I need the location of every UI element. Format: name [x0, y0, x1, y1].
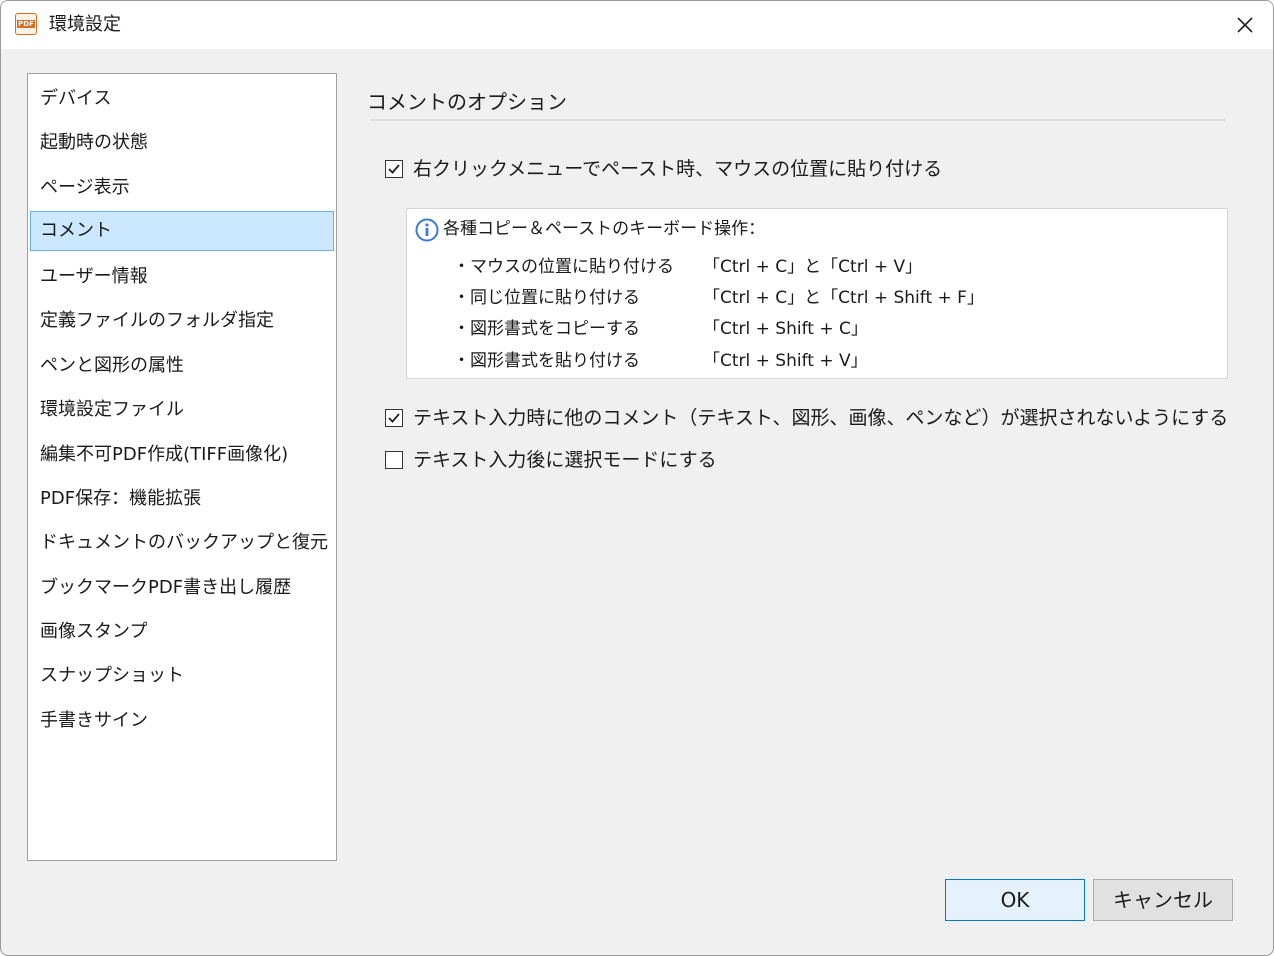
checkbox-select-mode-after-text[interactable] — [385, 451, 403, 469]
sidebar-item-snapshot[interactable]: スナップショット — [30, 656, 334, 696]
ok-button[interactable]: OK — [945, 879, 1085, 921]
section-divider — [371, 119, 1225, 121]
checkbox-paste-at-mouse[interactable] — [385, 160, 403, 178]
shortcut-keys: 「Ctrl + Shift + C」 — [703, 319, 868, 339]
sidebar-item-comment[interactable]: コメント — [30, 211, 334, 251]
shortcut-action: ・図形書式をコピーする — [453, 319, 640, 339]
app-icon-label: PDF — [17, 20, 35, 28]
option-label: テキスト入力時に他のコメント（テキスト、図形、画像、ペンなど）が選択されないよう… — [413, 407, 1229, 429]
info-title: 各種コピー＆ペーストのキーボード操作： — [443, 219, 766, 239]
info-icon — [415, 218, 439, 242]
shortcut-action: ・同じ位置に貼り付ける — [453, 288, 640, 308]
sidebar-item-image-stamp[interactable]: 画像スタンプ — [30, 612, 334, 652]
title-bar: PDF 環境設定 — [1, 1, 1273, 49]
checkmark-icon — [388, 413, 400, 423]
sidebar-item-device[interactable]: デバイス — [30, 79, 334, 119]
sidebar-item-pdf-save-extension[interactable]: PDF保存：機能拡張 — [30, 479, 334, 519]
section-title: コメントのオプション — [367, 90, 567, 114]
keyboard-shortcuts-info: 各種コピー＆ペーストのキーボード操作： ・マウスの位置に貼り付ける 「Ctrl … — [406, 208, 1228, 379]
sidebar-item-pen-shape-attributes[interactable]: ペンと図形の属性 — [30, 346, 334, 386]
option-label: テキスト入力後に選択モードにする — [413, 449, 717, 471]
shortcut-action: ・マウスの位置に貼り付ける — [453, 257, 674, 277]
sidebar-item-handwritten-signature[interactable]: 手書きサイン — [30, 701, 334, 741]
close-button[interactable] — [1229, 9, 1261, 41]
sidebar-item-startup-state[interactable]: 起動時の状態 — [30, 123, 334, 163]
close-icon — [1237, 17, 1253, 33]
shortcut-keys: 「Ctrl + C」と「Ctrl + Shift + F」 — [703, 288, 984, 308]
option-select-mode-after-text[interactable]: テキスト入力後に選択モードにする — [385, 446, 717, 474]
shortcut-keys: 「Ctrl + C」と「Ctrl + V」 — [703, 257, 923, 277]
sidebar-item-page-display[interactable]: ページ表示 — [30, 168, 334, 208]
sidebar-item-backup-restore[interactable]: ドキュメントのバックアップと復元 — [30, 523, 334, 563]
option-label: 右クリックメニューでペースト時、マウスの位置に貼り付ける — [413, 158, 943, 180]
sidebar-item-non-editable-pdf[interactable]: 編集不可PDF作成(TIFF画像化) — [30, 435, 334, 475]
cancel-button[interactable]: キャンセル — [1093, 879, 1233, 921]
category-list[interactable]: デバイス 起動時の状態 ページ表示 コメント ユーザー情報 定義ファイルのフォル… — [27, 73, 337, 861]
shortcut-keys: 「Ctrl + Shift + V」 — [703, 351, 868, 371]
sidebar-item-user-info[interactable]: ユーザー情報 — [30, 257, 334, 297]
checkmark-icon — [388, 164, 400, 174]
checkbox-prevent-other-selection[interactable] — [385, 409, 403, 427]
window-title: 環境設定 — [49, 14, 121, 35]
sidebar-item-bookmark-export-history[interactable]: ブックマークPDF書き出し履歴 — [30, 568, 334, 608]
option-prevent-other-selection[interactable]: テキスト入力時に他のコメント（テキスト、図形、画像、ペンなど）が選択されないよう… — [385, 404, 1228, 432]
preferences-dialog: PDF 環境設定 デバイス 起動時の状態 ページ表示 コメント ユーザー情報 定… — [0, 0, 1274, 956]
sidebar-item-definition-folder[interactable]: 定義ファイルのフォルダ指定 — [30, 301, 334, 341]
option-paste-at-mouse[interactable]: 右クリックメニューでペースト時、マウスの位置に貼り付ける — [385, 155, 942, 183]
shortcut-action: ・図形書式を貼り付ける — [453, 351, 640, 371]
sidebar-item-settings-file[interactable]: 環境設定ファイル — [30, 390, 334, 430]
pdf-app-icon: PDF — [15, 13, 37, 35]
